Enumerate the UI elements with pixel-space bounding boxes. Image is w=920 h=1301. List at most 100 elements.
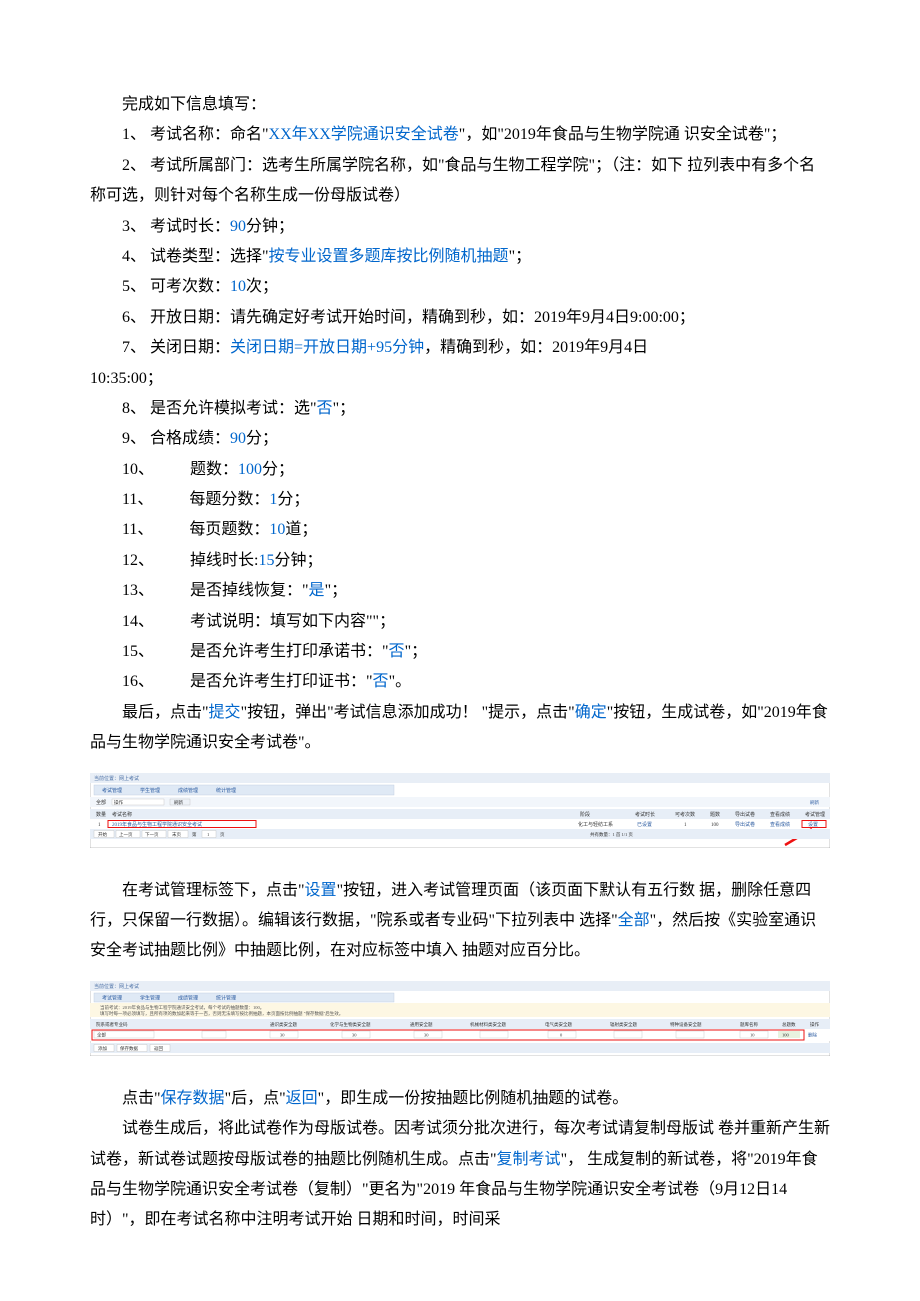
copy-paragraph: 试卷生成后，将此试卷作为母版试卷。因考试须分批次进行，每次考试请复制母版试 卷并…: [90, 1114, 830, 1236]
link-question-count: 100: [238, 461, 262, 478]
svg-text:题数: 题数: [710, 811, 720, 818]
add-button[interactable]: 添加: [98, 1045, 107, 1052]
link-submit: 提交: [209, 704, 241, 721]
item-14: 14、 考试说明：填写如下内容""；: [90, 607, 830, 637]
filter-operation: 操作: [114, 799, 123, 806]
last-button[interactable]: 末页: [172, 831, 181, 838]
tab-score-mgmt[interactable]: 成绩管理: [178, 787, 198, 794]
item-13: 13、 是否掉线恢复："是"；: [90, 576, 830, 606]
link-print-cert-no: 否: [373, 673, 389, 690]
view-score-link[interactable]: 查看成绩: [770, 821, 790, 828]
link-setting: 设置: [305, 882, 337, 899]
refresh-link[interactable]: 刷新: [810, 799, 819, 806]
svg-text:查看成绩: 查看成绩: [770, 811, 790, 818]
intro-text: 完成如下信息填写：: [90, 90, 830, 120]
link-save-data: 保存数据: [161, 1090, 225, 1107]
svg-text:考试名称: 考试名称: [112, 811, 132, 818]
svg-text:考试时长: 考试时长: [635, 811, 655, 818]
link-exam-name-pattern: XX年XX学院通识安全试卷: [269, 126, 459, 143]
link-confirm: 确定: [575, 704, 607, 721]
svg-text:100: 100: [711, 823, 719, 828]
refresh-button[interactable]: 刷新: [174, 799, 183, 806]
link-pass-score: 90: [230, 430, 246, 447]
link-select-all: 全部: [618, 912, 650, 929]
link-close-date: 关闭日期=开放日期+95分钟: [230, 339, 424, 356]
save-data-button[interactable]: 保存数据: [120, 1045, 138, 1052]
ratio-1[interactable]: 30: [280, 1032, 285, 1037]
item-5: 5、 可考次数：10次；: [90, 272, 830, 302]
svg-text:第: 第: [192, 831, 197, 838]
item-7: 7、 关闭日期：关闭日期=开放日期+95分钟，精确到秒，如：2019年9月4日: [90, 333, 830, 363]
breadcrumb2: 当前位置：网上考试: [94, 983, 139, 990]
svg-text:通用安全题: 通用安全题: [410, 1021, 433, 1028]
item-10: 10、 题数：100分；: [90, 455, 830, 485]
dept-select[interactable]: 全部: [97, 1031, 106, 1038]
link-back: 返回: [286, 1090, 318, 1107]
svg-text:电气类安全题: 电气类安全题: [545, 1021, 572, 1028]
first-button[interactable]: 开始: [98, 831, 107, 838]
svg-text:特种设备安全题: 特种设备安全题: [670, 1021, 702, 1028]
screenshot-exam-list: 当前位置：网上考试 考试管理 学生管理 成绩管理 统计管理 全部 操作 刷新 刷…: [90, 773, 830, 848]
link-print-commit-no: 否: [389, 643, 405, 660]
item-16: 16、 是否允许考生打印证书："否"。: [90, 667, 830, 697]
page-input[interactable]: 1: [207, 832, 209, 837]
item-2: 2、 考试所属部门：选考生所属学院名称，如"食品与生物工程学院"；（注：如下 拉…: [90, 151, 830, 212]
tab-stat-mgmt[interactable]: 统计管理: [216, 787, 236, 794]
ratio-2[interactable]: 30: [352, 1032, 357, 1037]
link-q-per-page: 10: [269, 521, 285, 538]
submit-paragraph: 最后，点击"提交"按钮，弹出"考试信息添加成功！ "提示，点击"确定"按钮，生成…: [90, 698, 830, 759]
link-attempts: 10: [230, 278, 246, 295]
item-4: 4、 试卷类型：选择"按专业设置多题库按比例随机抽题"；: [90, 242, 830, 272]
svg-text:可考次数: 可考次数: [675, 811, 695, 818]
ratio-total: 100: [782, 1032, 790, 1037]
svg-text:已设置: 已设置: [637, 821, 652, 828]
tab2-stat[interactable]: 统计管理: [216, 994, 236, 1001]
item-11a: 11、 每题分数：1分；: [90, 485, 830, 515]
ratio-3[interactable]: 30: [424, 1032, 429, 1037]
svg-text:辐射类安全题: 辐射类安全题: [610, 1021, 637, 1028]
link-offline-time: 15: [258, 552, 274, 569]
prev-button[interactable]: 上一页: [119, 831, 133, 838]
delete-link[interactable]: 删除: [808, 1031, 817, 1038]
svg-text:化学与生物类安全题: 化学与生物类安全题: [330, 1021, 371, 1028]
svg-text:化工与轻纺工系: 化工与轻纺工系: [578, 821, 613, 828]
svg-text:机械材料类安全题: 机械材料类安全题: [470, 1021, 506, 1028]
filter-all[interactable]: 全部: [96, 799, 106, 806]
link-mock-no: 否: [317, 400, 333, 417]
link-copy-exam: 复制考试: [497, 1151, 561, 1168]
link-paper-type: 按专业设置多题库按比例随机抽题: [269, 248, 509, 265]
tab-exam-mgmt[interactable]: 考试管理: [102, 787, 122, 794]
svg-text:导出试卷: 导出试卷: [735, 811, 755, 818]
svg-text:阶段: 阶段: [580, 811, 590, 818]
svg-text:考试管理: 考试管理: [805, 811, 825, 818]
back-button[interactable]: 返回: [154, 1045, 163, 1052]
tab-student-mgmt[interactable]: 学生管理: [140, 787, 160, 794]
setting-paragraph: 在考试管理标签下，点击"设置"按钮，进入考试管理页面（该页面下默认有五行数 据，…: [90, 876, 830, 967]
item-8: 8、 是否允许模拟考试：选"否"；: [90, 394, 830, 424]
item-7-cont: 10:35:00；: [90, 364, 830, 394]
item-12: 12、 掉线时长:15分钟；: [90, 546, 830, 576]
item-1: 1、 考试名称：命名"XX年XX学院通识安全试卷"，如"2019年食品与生物学院…: [90, 120, 830, 150]
page-info: 共有数量：1 首 1/1 页: [590, 831, 633, 838]
setting-link[interactable]: 设置: [808, 821, 818, 828]
export-link[interactable]: 导出试卷: [735, 821, 755, 828]
screenshot-ratio-setting: 当前位置：网上考试 考试管理 学生管理 成绩管理 统计管理 当前考试：2019年…: [90, 981, 830, 1056]
svg-text:院系或者专业码: 院系或者专业码: [96, 1021, 128, 1028]
info-line2: 填写时每一项必须填写，且所有项的数加起来等于一百，否则无法填写按比例抽题，本页面…: [100, 1010, 343, 1017]
info-line1: 当前考试：2019年食品与生物工程学院通识安全考试，每个考试的抽题数量：100。: [100, 1004, 264, 1011]
save-paragraph: 点击"保存数据"后，点"返回"，即生成一份按抽题比例随机抽题的试卷。: [90, 1084, 830, 1114]
tab2-exam[interactable]: 考试管理: [102, 994, 122, 1001]
svg-text:操作: 操作: [810, 1021, 819, 1028]
item-11b: 11、 每页题数：10道；: [90, 515, 830, 545]
svg-text:通识类安全题: 通识类安全题: [270, 1021, 297, 1028]
svg-text:总题数: 总题数: [782, 1021, 796, 1028]
tab2-student[interactable]: 学生管理: [140, 994, 160, 1001]
ratio-9[interactable]: 10: [750, 1032, 755, 1037]
item-9: 9、 合格成绩：90分；: [90, 424, 830, 454]
svg-text:数量: 数量: [96, 811, 106, 818]
item-3: 3、 考试时长：90分钟；: [90, 212, 830, 242]
tab2-score[interactable]: 成绩管理: [178, 994, 198, 1001]
svg-text:题库名称: 题库名称: [740, 1021, 758, 1028]
breadcrumb: 当前位置：网上考试: [94, 775, 139, 782]
exam-name-link[interactable]: 2019年食品与生物工程学院通识安全考试: [112, 821, 202, 828]
